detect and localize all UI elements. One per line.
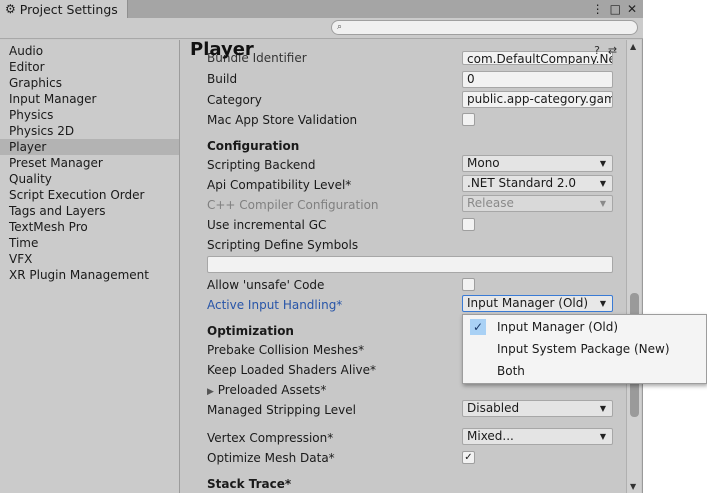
title-bar: ⚙ Project Settings ⋮ □ ✕ [0, 0, 643, 18]
sidebar-item-script-execution-order[interactable]: Script Execution Order [0, 187, 179, 203]
category-field[interactable]: public.app-category.game [462, 91, 613, 108]
popup-item-both[interactable]: Both [463, 360, 706, 382]
project-settings-window: ⚙ Project Settings ⋮ □ ✕ ⌕ Audio Editor … [0, 0, 643, 493]
cpp-compiler-value: Release [467, 196, 514, 210]
tab-title: Project Settings [19, 1, 118, 17]
search-row: ⌕ [0, 18, 643, 39]
sidebar-item-vfx[interactable]: VFX [0, 251, 179, 267]
help-icon[interactable]: ? [594, 44, 600, 57]
preloaded-assets-foldout[interactable]: ▶ Preloaded Assets* [207, 381, 326, 399]
active-input-handling-label: Active Input Handling* [207, 298, 343, 312]
vertex-compression-dropdown[interactable]: Mixed... ▼ [462, 428, 613, 445]
sidebar-item-xr-plugin-management[interactable]: XR Plugin Management [0, 267, 179, 283]
vertical-scrollbar[interactable]: ▲ ▼ [626, 40, 641, 493]
managed-stripping-label: Managed Stripping Level [207, 403, 356, 417]
chevron-down-icon: ▼ [599, 404, 606, 413]
menu-dots-icon[interactable]: ⋮ [592, 2, 604, 16]
expand-arrow-icon: ▶ [207, 387, 214, 397]
chevron-down-icon: ▼ [599, 299, 606, 308]
sidebar-item-editor[interactable]: Editor [0, 59, 179, 75]
check-mark-icon: ✓ [470, 319, 486, 335]
popup-item-input-system-package-new[interactable]: Input System Package (New) [463, 338, 706, 360]
search-input[interactable]: ⌕ [331, 20, 638, 35]
chevron-down-icon: ▼ [599, 159, 606, 168]
scripting-define-symbols-label: Scripting Define Symbols [207, 238, 359, 252]
mac-app-store-validation-label: Mac App Store Validation [207, 113, 358, 127]
popup-item-input-manager-old[interactable]: ✓ Input Manager (Old) [463, 316, 706, 338]
gear-icon: ⚙ [5, 2, 16, 16]
sidebar-item-textmesh-pro[interactable]: TextMesh Pro [0, 219, 179, 235]
chevron-down-icon: ▼ [599, 179, 606, 188]
api-compatibility-label: Api Compatibility Level* [207, 178, 352, 192]
settings-sidebar: Audio Editor Graphics Input Manager Phys… [0, 40, 180, 493]
managed-stripping-dropdown[interactable]: Disabled ▼ [462, 400, 613, 417]
incremental-gc-checkbox[interactable] [462, 218, 475, 231]
keep-loaded-shaders-label: Keep Loaded Shaders Alive* [207, 363, 377, 377]
vertex-compression-value: Mixed... [467, 429, 514, 443]
sidebar-item-preset-manager[interactable]: Preset Manager [0, 155, 179, 171]
scripting-backend-label: Scripting Backend [207, 158, 316, 172]
scroll-down-icon[interactable]: ▼ [630, 482, 636, 491]
scripting-backend-value: Mono [467, 156, 500, 170]
sidebar-item-player[interactable]: Player [0, 139, 179, 155]
cpp-compiler-dropdown: Release ▼ [462, 195, 613, 212]
close-icon[interactable]: ✕ [627, 2, 637, 16]
chevron-down-icon: ▼ [599, 432, 606, 441]
window-controls: ⋮ □ ✕ [592, 0, 637, 18]
mac-app-store-validation-checkbox[interactable] [462, 113, 475, 126]
project-settings-tab[interactable]: ⚙ Project Settings [0, 0, 128, 18]
sidebar-item-quality[interactable]: Quality [0, 171, 179, 187]
cpp-compiler-label: C++ Compiler Configuration [207, 198, 379, 212]
unsafe-code-label: Allow 'unsafe' Code [207, 278, 325, 292]
preloaded-assets-label: Preloaded Assets* [217, 383, 327, 397]
api-compatibility-value: .NET Standard 2.0 [467, 176, 577, 190]
popup-item-label: Input Manager (Old) [497, 320, 619, 334]
sidebar-item-physics[interactable]: Physics [0, 107, 179, 123]
popup-item-label: Input System Package (New) [497, 342, 670, 356]
vertex-compression-label: Vertex Compression* [207, 431, 334, 445]
active-input-handling-dropdown[interactable]: Input Manager (Old) ▼ [462, 295, 613, 312]
scripting-backend-dropdown[interactable]: Mono ▼ [462, 155, 613, 172]
configuration-header: Configuration [207, 139, 300, 153]
optimize-mesh-data-checkbox[interactable]: ✓ [462, 451, 475, 464]
check-mark-icon: ✓ [464, 452, 473, 463]
managed-stripping-value: Disabled [467, 401, 520, 415]
sidebar-item-tags-and-layers[interactable]: Tags and Layers [0, 203, 179, 219]
active-input-handling-value: Input Manager (Old) [467, 296, 589, 310]
active-input-handling-popup: ✓ Input Manager (Old) Input System Packa… [462, 314, 707, 384]
optimize-mesh-data-label: Optimize Mesh Data* [207, 451, 335, 465]
player-settings-panel: Bundle Identifier com.DefaultCompany.New… [181, 40, 621, 493]
build-field[interactable]: 0 [462, 71, 613, 88]
unsafe-code-checkbox[interactable] [462, 278, 475, 291]
popup-item-label: Both [497, 364, 525, 378]
optimization-header: Optimization [207, 324, 294, 338]
sidebar-item-physics-2d[interactable]: Physics 2D [0, 123, 179, 139]
prebake-collision-meshes-label: Prebake Collision Meshes* [207, 343, 365, 357]
presets-icon[interactable]: ⇄ [608, 44, 617, 57]
api-compatibility-dropdown[interactable]: .NET Standard 2.0 ▼ [462, 175, 613, 192]
bundle-identifier-field[interactable]: com.DefaultCompany.New [462, 51, 613, 65]
stack-trace-header: Stack Trace* [207, 477, 292, 491]
page-title: Player [190, 40, 254, 60]
maximize-icon[interactable]: □ [610, 2, 621, 16]
sidebar-item-graphics[interactable]: Graphics [0, 75, 179, 91]
category-label: Category [207, 93, 262, 107]
build-label: Build [207, 72, 238, 86]
chevron-down-icon: ▼ [599, 199, 606, 208]
sidebar-item-input-manager[interactable]: Input Manager [0, 91, 179, 107]
sidebar-item-audio[interactable]: Audio [0, 43, 179, 59]
search-icon: ⌕ [337, 22, 343, 32]
scroll-up-icon[interactable]: ▲ [630, 42, 636, 51]
title-icons: ? ⇄ ⚙ [594, 44, 621, 57]
incremental-gc-label: Use incremental GC [207, 218, 327, 232]
scripting-define-symbols-field[interactable] [207, 256, 613, 273]
sidebar-item-time[interactable]: Time [0, 235, 179, 251]
